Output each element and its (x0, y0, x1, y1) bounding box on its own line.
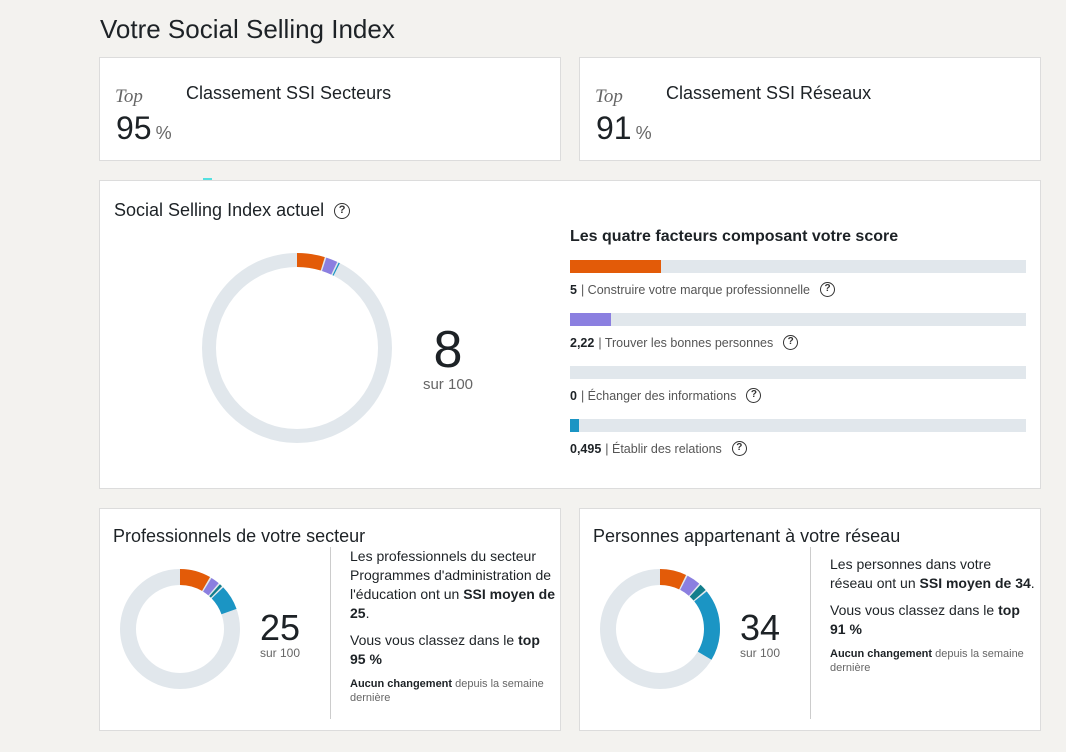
network-donut-chart (600, 569, 720, 689)
factor-value: 5 (570, 282, 577, 297)
rank-unit: % (155, 123, 172, 143)
change-bold: Aucun changement (830, 648, 933, 660)
sector-avg-text: Les professionnels du secteur Programmes… (350, 547, 555, 623)
factor-relationships: 0,495 | Établir des relations? (570, 419, 1026, 456)
network-score-number: 34 (739, 607, 781, 648)
desc-text: . (1030, 575, 1035, 591)
sector-rank-card: Top 95% Classement SSI Secteurs (99, 57, 561, 161)
network-avg-text: Les personnes dans votre réseau ont un S… (830, 555, 1035, 593)
network-score: 34 sur 100 (730, 607, 790, 661)
rank-top-label: Top (115, 86, 143, 107)
factor-insights: 0 | Échanger des informations? (570, 366, 1026, 403)
help-icon[interactable]: ? (746, 388, 762, 403)
desc-text: . (365, 605, 370, 621)
factor-bar (570, 260, 1026, 273)
sector-donut-chart (120, 569, 240, 689)
rank-value: 95% (116, 110, 172, 147)
rank-top-label: Top (595, 86, 623, 107)
factor-label: 0,495 | Établir des relations? (570, 441, 1026, 456)
sector-rank-text: Vous vous classez dans le top 95 % (350, 631, 555, 669)
factor-value: 2,22 (570, 335, 595, 350)
factor-bar-fill (570, 419, 580, 432)
factor-value: 0,495 (570, 441, 602, 456)
factor-bar (570, 419, 1026, 432)
ssi-title-text: Social Selling Index actuel (114, 200, 325, 220)
donut-track (202, 253, 392, 443)
divider (810, 547, 811, 719)
ssi-score-number: 8 (433, 321, 463, 379)
rank-unit: % (635, 123, 652, 143)
network-rank-card: Top 91% Classement SSI Réseaux (579, 57, 1041, 161)
factor-label: 0 | Échanger des informations? (570, 388, 1026, 403)
help-icon[interactable]: ? (820, 282, 836, 297)
rank-number: 91 (596, 110, 632, 146)
factors-title: Les quatre facteurs composant votre scor… (570, 228, 899, 245)
ssi-score-sub: sur 100 (422, 376, 474, 393)
sector-score-sub: sur 100 (259, 646, 301, 660)
page-title: Votre Social Selling Index (100, 14, 395, 44)
factor-bar-fill (570, 313, 611, 326)
sector-title: Professionnels de votre secteur (113, 526, 366, 546)
network-score-sub: sur 100 (739, 646, 781, 660)
network-description: Les personnes dans votre réseau ont un S… (830, 555, 1035, 683)
rank-title: Classement SSI Secteurs (186, 83, 392, 103)
factor-text: | Établir des relations (605, 441, 722, 456)
sector-score-number: 25 (259, 607, 301, 648)
network-rank-text: Vous vous classez dans le top 91 % (830, 601, 1035, 639)
factor-bar (570, 313, 1026, 326)
ssi-title: Social Selling Index actuel ? (114, 200, 351, 221)
rank-number: 95 (116, 110, 152, 146)
rank-text: Vous vous classez dans le (350, 632, 519, 648)
divider (330, 547, 331, 719)
rank-text: Vous vous classez dans le (830, 602, 999, 618)
factor-brand: 5 | Construire votre marque professionnel… (570, 260, 1026, 297)
factor-bar (570, 366, 1026, 379)
ssi-score: 8 sur 100 (418, 324, 478, 393)
donut-track (120, 569, 240, 689)
desc-bold: SSI moyen de 34 (919, 575, 1031, 591)
factor-label: 2,22 | Trouver les bonnes personnes? (570, 335, 1026, 350)
help-icon[interactable]: ? (334, 202, 351, 219)
factor-label: 5 | Construire votre marque professionnel… (570, 282, 1026, 297)
sector-description: Les professionnels du secteur Programmes… (350, 547, 555, 713)
factor-find-people: 2,22 | Trouver les bonnes personnes? (570, 313, 1026, 350)
factor-text: | Échanger des informations (580, 388, 737, 403)
rank-value: 91% (596, 110, 652, 147)
network-change-text: Aucun changement depuis la semaine derni… (830, 647, 1035, 675)
sector-score: 25 sur 100 (250, 607, 310, 661)
factor-bar-fill (570, 260, 662, 273)
factor-value: 0 (570, 388, 577, 403)
change-bold: Aucun changement (350, 678, 453, 690)
ssi-donut-chart (202, 253, 392, 443)
ssi-card: Social Selling Index actuel ? 8 sur 100 … (99, 180, 1041, 489)
sector-card: Professionnels de votre secteur 25 sur 1… (99, 508, 561, 731)
network-card: Personnes appartenant à votre réseau 34 … (579, 508, 1041, 731)
factor-text: | Construire votre marque professionnell… (580, 282, 811, 297)
rank-title: Classement SSI Réseaux (666, 83, 872, 103)
network-title: Personnes appartenant à votre réseau (593, 526, 901, 546)
help-icon[interactable]: ? (783, 335, 799, 350)
sector-change-text: Aucun changement depuis la semaine derni… (350, 677, 555, 705)
help-icon[interactable]: ? (731, 441, 747, 456)
factor-text: | Trouver les bonnes personnes (598, 335, 774, 350)
